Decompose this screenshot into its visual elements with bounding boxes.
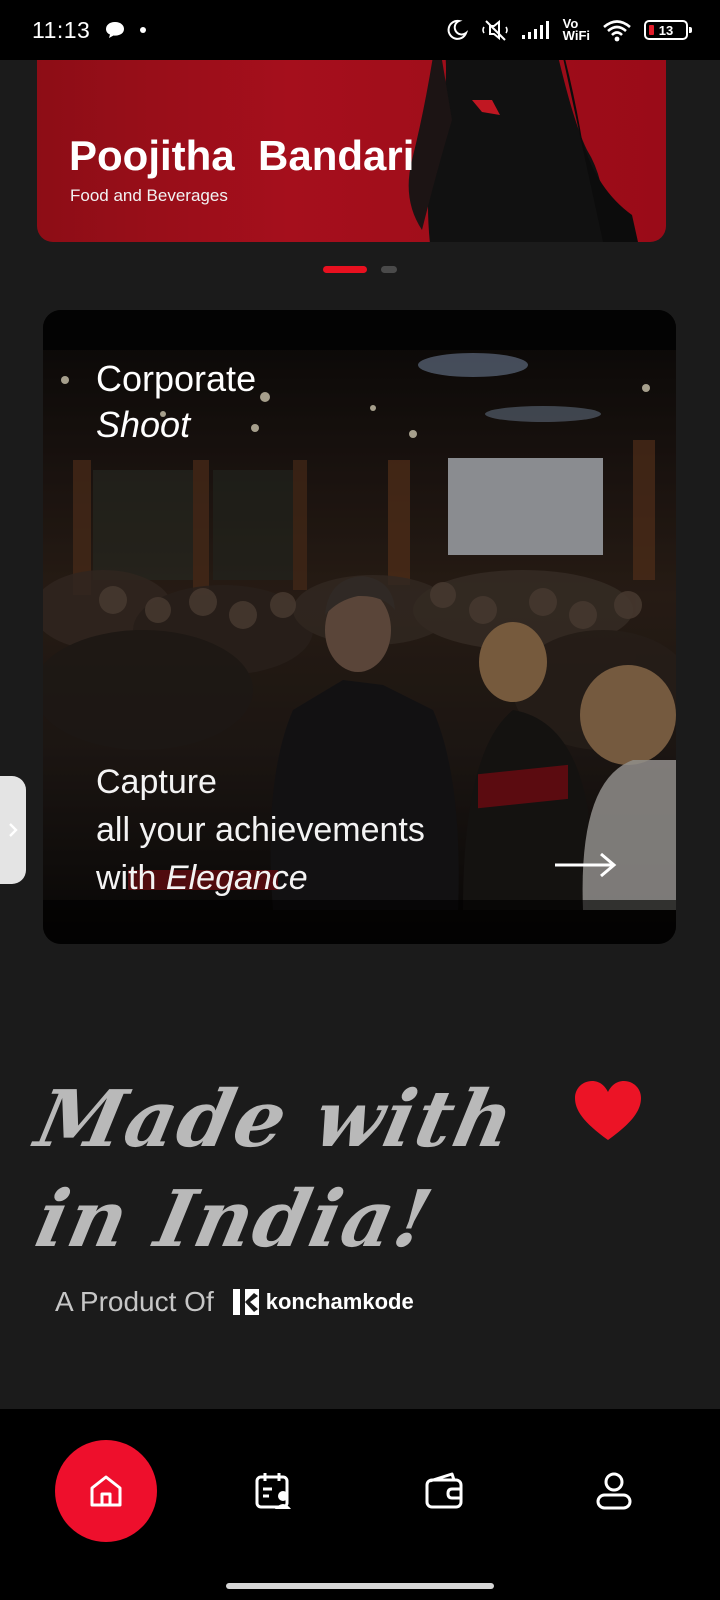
banner-person-photo xyxy=(408,60,638,242)
vowifi-icon: Vo WiFi xyxy=(562,17,590,43)
battery-icon: 13 xyxy=(644,20,692,40)
profile-icon[interactable] xyxy=(594,1471,634,1511)
pager-dot[interactable] xyxy=(381,266,397,273)
caption-line-2: all your achievements xyxy=(96,811,425,849)
status-right: Vo WiFi 13 xyxy=(445,17,692,43)
made-with-text: Made with xyxy=(28,1074,524,1165)
side-drawer-handle[interactable] xyxy=(0,776,26,884)
status-bar: 11:13 Vo WiFi 13 xyxy=(0,0,720,60)
caption-line-1: Capture xyxy=(96,763,217,801)
signal-icon xyxy=(521,21,549,39)
product-of-label: A Product Of xyxy=(55,1286,214,1317)
banner-name: Poojitha Bandari xyxy=(69,132,415,179)
in-india-text: in India! xyxy=(28,1174,442,1265)
konchamkode-logo-icon xyxy=(232,1289,259,1315)
moon-icon xyxy=(447,19,468,40)
product-of-row: A Product Of konchamkode xyxy=(55,1286,414,1318)
bottom-navigation xyxy=(0,1409,720,1600)
brand-name: konchamkode xyxy=(265,1289,414,1314)
corporate-shoot-card[interactable]: Corporate Shoot Capture all your achieve… xyxy=(43,310,676,944)
status-time: 11:13 xyxy=(32,16,91,43)
caption-line-3-prefix: with xyxy=(96,859,166,897)
home-indicator xyxy=(226,1583,494,1589)
wifi-icon xyxy=(603,20,631,42)
card-caption: Capture all your achievements with Elega… xyxy=(96,758,425,902)
banner-category: Food and Beverages xyxy=(70,186,228,205)
chat-bubble-icon xyxy=(106,22,125,38)
brand-logo[interactable]: konchamkode xyxy=(232,1288,414,1316)
mute-icon xyxy=(481,19,508,41)
notification-dot xyxy=(140,27,147,33)
home-icon xyxy=(90,1475,122,1507)
calendar-user-icon[interactable] xyxy=(254,1471,294,1511)
pager-dot-active[interactable] xyxy=(323,266,367,273)
featured-banner[interactable]: Poojitha Bandari Food and Beverages xyxy=(37,60,666,242)
arrow-right-icon[interactable] xyxy=(553,850,617,880)
heart-icon xyxy=(575,1081,641,1140)
caption-emphasis: Elegance xyxy=(165,859,308,897)
wallet-icon[interactable] xyxy=(424,1471,464,1511)
card-title: Corporate xyxy=(96,358,257,399)
battery-level: 13 xyxy=(658,22,674,38)
carousel-pager xyxy=(323,266,397,273)
status-notifications xyxy=(104,20,147,40)
card-subtitle: Shoot xyxy=(96,404,191,445)
nav-home-button[interactable] xyxy=(55,1440,157,1542)
chevron-right-icon xyxy=(9,823,18,837)
vowifi-bottom: WiFi xyxy=(562,28,590,43)
caption-line-3: with Elegance xyxy=(96,854,425,902)
